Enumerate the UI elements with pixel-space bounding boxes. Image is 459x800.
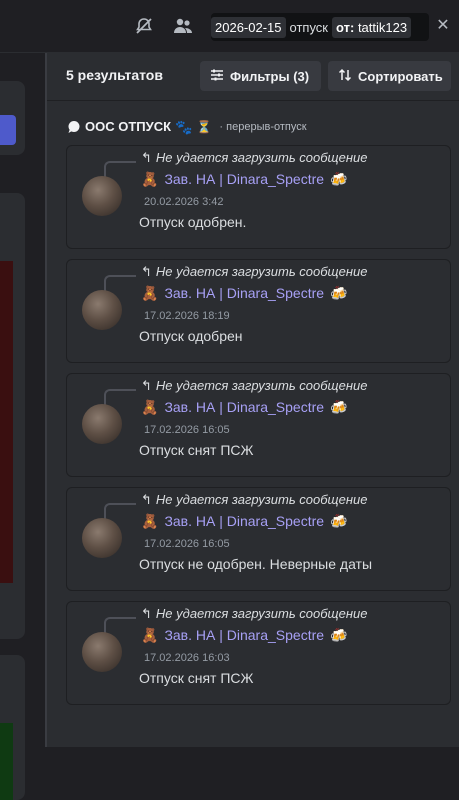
background-accent-block [0, 115, 16, 145]
channel-name: ООС ОТПУСК [85, 119, 172, 134]
message-text: Отпуск не одобрен. Неверные даты [139, 556, 373, 572]
reply-arrow-icon: ↰ [141, 264, 152, 279]
avatar[interactable] [82, 632, 122, 672]
reply-arrow-icon: ↰ [141, 378, 152, 393]
author-name-text: Зав. НА | Dinara_Spectre [164, 399, 325, 415]
top-bar: 2026-02-15 отпуск от: tattik123 ✕ [0, 0, 459, 53]
bear-emoji-icon: 🧸 [141, 285, 159, 301]
reply-connector [104, 617, 136, 633]
reply-preview[interactable]: ↰ Не удается загрузить сообщение [141, 150, 367, 166]
search-results-panel: 5 результатов Фильтры (3) Сортировать ОО… [47, 53, 459, 747]
author-name[interactable]: 🧸 Зав. НА | Dinara_Spectre 🍻 [141, 171, 347, 187]
paw-emoji-icon: 🐾 [175, 118, 193, 135]
avatar[interactable] [82, 176, 122, 216]
author-name[interactable]: 🧸 Зав. НА | Dinara_Spectre 🍻 [141, 285, 347, 301]
bear-emoji-icon: 🧸 [141, 627, 159, 643]
message-text: Отпуск снят ПСЖ [139, 442, 254, 458]
beer-emoji-icon: 🍻 [330, 399, 348, 415]
bear-emoji-icon: 🧸 [141, 513, 159, 529]
background-card [0, 81, 25, 155]
timestamp: 17.02.2026 16:05 [144, 538, 230, 550]
reply-preview[interactable]: ↰ Не удается загрузить сообщение [141, 378, 367, 394]
avatar[interactable] [82, 290, 122, 330]
author-name-text: Зав. НА | Dinara_Spectre [164, 171, 325, 187]
search-result-item[interactable]: ↰ Не удается загрузить сообщение 🧸 Зав. НА… [66, 259, 451, 363]
beer-emoji-icon: 🍻 [330, 513, 348, 529]
background-card [0, 193, 25, 639]
background-image-strip [0, 261, 13, 583]
search-result-item[interactable]: ↰ Не удается загрузить сообщение 🧸 Зав. НА… [66, 373, 451, 477]
bear-emoji-icon: 🧸 [141, 171, 159, 187]
bell-slash-icon[interactable] [132, 14, 156, 38]
hourglass-emoji-icon: ⏳ [196, 119, 212, 134]
author-name-text: Зав. НА | Dinara_Spectre [164, 627, 325, 643]
reply-preview[interactable]: ↰ Не удается загрузить сообщение [141, 606, 367, 622]
search-chip-author-key: от: [335, 19, 355, 35]
sort-label: Сортировать [358, 68, 443, 84]
search-chip-date[interactable]: 2026-02-15 [211, 16, 286, 38]
reply-connector [104, 503, 136, 519]
filters-label: Фильтры (3) [230, 68, 310, 84]
timestamp: 17.02.2026 16:05 [144, 424, 230, 436]
bear-emoji-icon: 🧸 [141, 399, 159, 415]
message-text: Отпуск одобрен. [139, 214, 247, 230]
avatar[interactable] [82, 404, 122, 444]
beer-emoji-icon: 🍻 [330, 171, 348, 187]
result-channel-header[interactable]: ООС ОТПУСК 🐾 ⏳ · перерыв-отпуск [67, 119, 307, 134]
reply-preview[interactable]: ↰ Не удается загрузить сообщение [141, 492, 367, 508]
close-icon[interactable]: ✕ [433, 16, 453, 36]
speech-bubble-icon [67, 120, 81, 134]
subchannel-name: · перерыв-отпуск [219, 120, 307, 133]
author-name-text: Зав. НА | Dinara_Spectre [164, 285, 325, 301]
author-name[interactable]: 🧸 Зав. НА | Dinara_Spectre 🍻 [141, 627, 347, 643]
beer-emoji-icon: 🍻 [330, 627, 348, 643]
timestamp: 17.02.2026 18:19 [144, 310, 230, 322]
message-text: Отпуск одобрен [139, 328, 243, 344]
sliders-icon [210, 68, 224, 85]
timestamp: 17.02.2026 16:03 [144, 652, 230, 664]
search-result-item[interactable]: ↰ Не удается загрузить сообщение 🧸 Зав. НА… [66, 601, 451, 705]
results-count: 5 результатов [66, 67, 163, 83]
search-result-item[interactable]: ↰ Не удается загрузить сообщение 🧸 Зав. НА… [66, 487, 451, 591]
reply-text: Не удается загрузить сообщение [155, 150, 368, 165]
search-input[interactable]: 2026-02-15 отпуск от: tattik123 [211, 13, 429, 41]
reply-text: Не удается загрузить сообщение [155, 378, 368, 393]
search-chip-author[interactable]: от: tattik123 [331, 16, 412, 38]
sort-arrows-icon [338, 68, 352, 85]
reply-arrow-icon: ↰ [141, 606, 152, 621]
search-result-item[interactable]: ↰ Не удается загрузить сообщение 🧸 Зав. НА… [66, 145, 451, 249]
reply-connector [104, 275, 136, 291]
filters-button[interactable]: Фильтры (3) [200, 61, 321, 91]
sort-button[interactable]: Сортировать [328, 61, 451, 91]
author-name[interactable]: 🧸 Зав. НА | Dinara_Spectre 🍻 [141, 513, 347, 529]
avatar[interactable] [82, 518, 122, 558]
background-channel-strip [0, 53, 45, 800]
author-name[interactable]: 🧸 Зав. НА | Dinara_Spectre 🍻 [141, 399, 347, 415]
reply-arrow-icon: ↰ [141, 150, 152, 165]
reply-arrow-icon: ↰ [141, 492, 152, 507]
reply-text: Не удается загрузить сообщение [155, 492, 368, 507]
beer-emoji-icon: 🍻 [330, 285, 348, 301]
author-name-text: Зав. НА | Dinara_Spectre [164, 513, 325, 529]
subchannel-name-text: перерыв-отпуск [226, 120, 307, 133]
members-icon[interactable] [171, 14, 195, 38]
reply-text: Не удается загрузить сообщение [155, 606, 368, 621]
background-card [0, 655, 25, 800]
background-image-strip [0, 723, 13, 800]
reply-preview[interactable]: ↰ Не удается загрузить сообщение [141, 264, 367, 280]
reply-connector [104, 389, 136, 405]
search-term: отпуск [289, 19, 328, 35]
search-chip-author-value: tattik123 [357, 19, 408, 35]
timestamp: 20.02.2026 3:42 [144, 196, 224, 208]
reply-connector [104, 161, 136, 177]
reply-text: Не удается загрузить сообщение [155, 264, 368, 279]
message-text: Отпуск снят ПСЖ [139, 670, 254, 686]
results-header: 5 результатов Фильтры (3) Сортировать [47, 53, 459, 101]
